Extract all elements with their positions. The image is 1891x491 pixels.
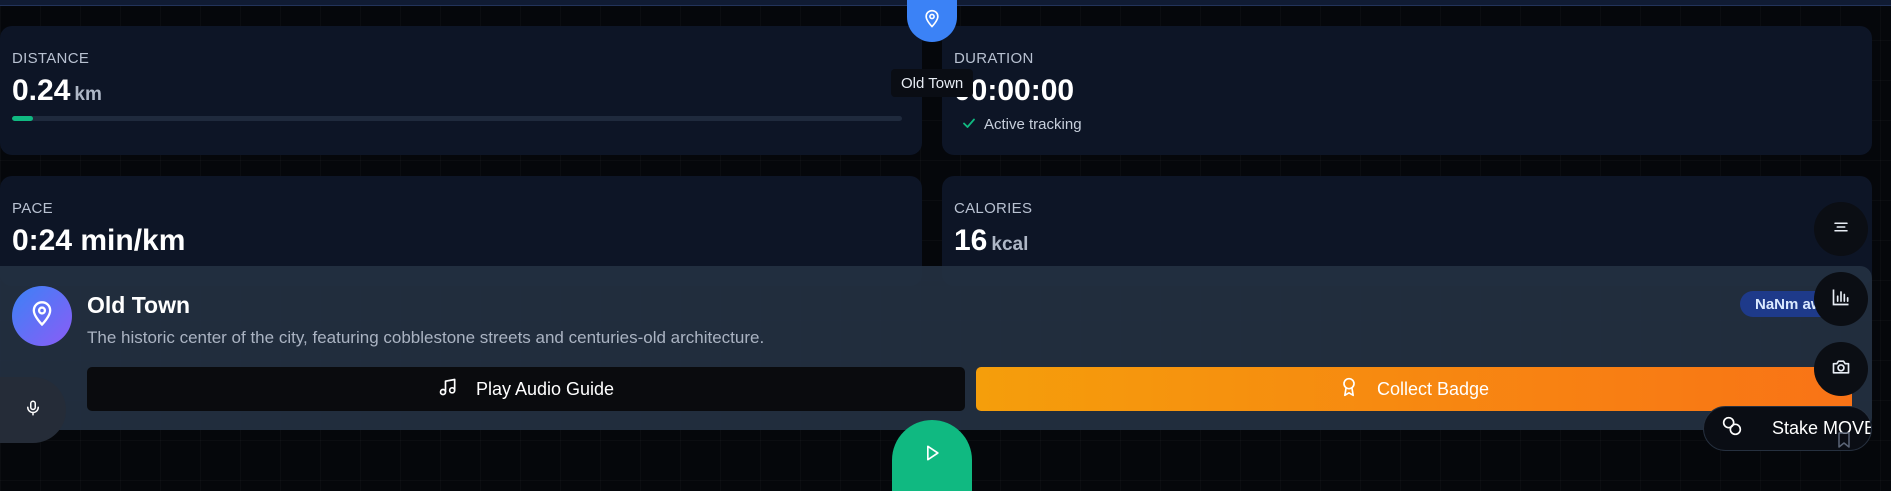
location-title: Old Town bbox=[87, 292, 191, 318]
start-tracking-button[interactable] bbox=[892, 420, 972, 491]
coins-icon bbox=[1722, 416, 1742, 441]
distance-number: 0.24 bbox=[12, 74, 71, 107]
play-audio-guide-button[interactable]: Play Audio Guide bbox=[87, 367, 965, 411]
camera-icon bbox=[1831, 357, 1851, 382]
distance-unit: km bbox=[74, 84, 102, 105]
music-note-icon bbox=[438, 377, 458, 402]
voice-button[interactable] bbox=[0, 377, 66, 443]
duration-label: DURATION bbox=[954, 50, 1034, 67]
pace-value: 0:24 min/km bbox=[12, 224, 186, 257]
map-pin-icon bbox=[28, 300, 56, 333]
pace-label: PACE bbox=[12, 200, 53, 217]
check-icon bbox=[962, 116, 976, 133]
collect-badge-button[interactable]: Collect Badge bbox=[976, 367, 1852, 411]
microphone-icon bbox=[24, 399, 42, 422]
list-button[interactable] bbox=[1814, 202, 1868, 256]
play-icon bbox=[922, 443, 942, 468]
location-icon-badge bbox=[12, 286, 72, 346]
location-description: The historic center of the city, featuri… bbox=[87, 328, 765, 347]
tracking-status: Active tracking bbox=[962, 116, 1082, 133]
distance-progress-bar bbox=[12, 116, 902, 121]
distance-label: DISTANCE bbox=[12, 50, 90, 67]
award-icon bbox=[1339, 377, 1359, 402]
map-marker-tooltip: Old Town bbox=[891, 69, 974, 97]
play-audio-guide-label: Play Audio Guide bbox=[475, 378, 615, 399]
location-panel: Old Town The historic center of the city… bbox=[0, 266, 1872, 430]
distance-value: 0.24 km bbox=[12, 74, 102, 108]
bookmark-icon bbox=[1837, 432, 1851, 453]
map-pin-icon bbox=[922, 9, 942, 34]
tracking-status-text: Active tracking bbox=[984, 116, 1082, 133]
collect-badge-label: Collect Badge bbox=[1376, 378, 1490, 399]
list-icon bbox=[1832, 218, 1850, 241]
bar-chart-icon bbox=[1831, 287, 1851, 312]
calories-label: CALORIES bbox=[954, 200, 1033, 217]
calories-unit: kcal bbox=[991, 234, 1029, 255]
stake-move-label: Stake MOVE bbox=[1772, 418, 1872, 438]
distance-card: DISTANCE 0.24 km bbox=[0, 26, 922, 155]
camera-button[interactable] bbox=[1814, 342, 1868, 396]
calories-value: 16 kcal bbox=[954, 224, 1028, 258]
distance-progress-fill bbox=[12, 116, 34, 121]
calories-number: 16 bbox=[954, 224, 988, 257]
stats-button[interactable] bbox=[1814, 272, 1868, 326]
duration-card: DURATION 00:00:00 bbox=[942, 26, 1872, 155]
